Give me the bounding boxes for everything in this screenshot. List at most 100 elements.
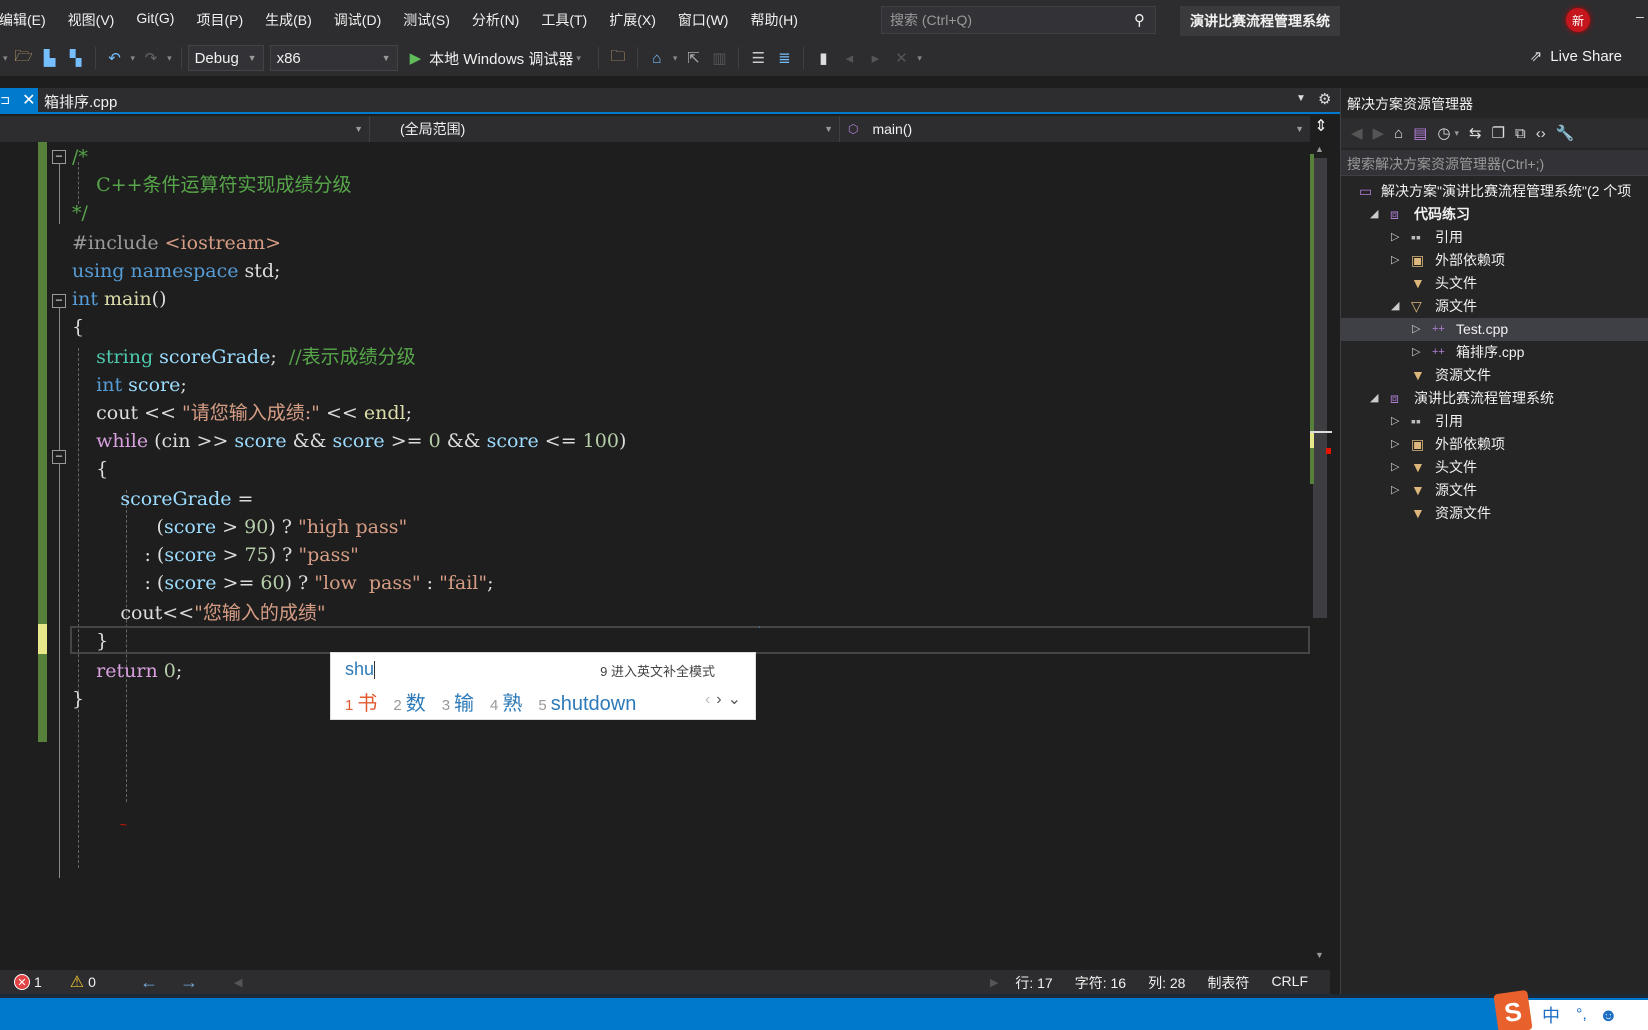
prev-bookmark-icon[interactable]: ◂ — [838, 47, 860, 69]
code-line[interactable]: return 0; — [72, 656, 182, 686]
live-share-button[interactable]: ⇗ Live Share — [1530, 47, 1622, 66]
menu-item[interactable]: 窗口(W) — [667, 10, 740, 30]
prev-page-icon[interactable]: ‹ — [705, 691, 716, 708]
tab-list-dropdown-icon[interactable]: ▼ — [1296, 93, 1306, 104]
solution-explorer-search[interactable]: 搜索解决方案资源管理器(Ctrl+;) — [1341, 150, 1648, 176]
error-icon[interactable]: ✕ — [14, 974, 30, 990]
pin-icon[interactable]: ⊐ — [0, 93, 10, 107]
project-dropdown[interactable]: ▼ — [0, 116, 370, 142]
code-line[interactable]: using namespace std; — [72, 256, 280, 286]
comment-lines-icon[interactable]: ☰ — [747, 47, 769, 69]
tab-active[interactable]: ⊐ ✕ — [0, 88, 38, 112]
tree-item[interactable]: ▷ ++ 箱排序.cpp — [1341, 341, 1648, 364]
menu-item[interactable]: 项目(P) — [185, 10, 254, 30]
configuration-select[interactable]: Debug ▼ — [187, 45, 264, 71]
gear-icon[interactable]: ⚙ — [1318, 90, 1331, 108]
code-line[interactable]: while (cin >> score && score >= 0 && sco… — [72, 426, 626, 456]
menu-item[interactable]: 帮助(H) — [739, 10, 808, 30]
ime-candidate-window[interactable]: shu 9 进入英文补全模式 1 书 2 数 3 输 4 熟 5 shutdown ‹›⌄ — [330, 652, 756, 720]
view-code-icon[interactable]: ‹› — [1536, 125, 1546, 142]
save-all-icon[interactable]: ▚ — [65, 47, 87, 69]
code-line[interactable]: /* — [72, 142, 88, 172]
tree-item[interactable]: ▼ 资源文件 — [1341, 502, 1648, 525]
minimize-button[interactable]: – — [1636, 8, 1644, 24]
ime-candidate[interactable]: 3输 — [442, 687, 474, 716]
sync-icon[interactable]: ⇆ — [1469, 124, 1482, 142]
uncomment-lines-icon[interactable]: ≣ — [773, 47, 795, 69]
tab-label[interactable]: 箱排序.cpp — [44, 91, 117, 112]
expand-arrow-icon[interactable]: ▷ — [1412, 318, 1420, 341]
menu-item[interactable]: 生成(B) — [254, 10, 323, 30]
dropdown-arrow-icon[interactable]: ▾ — [673, 53, 678, 64]
toolbar-overflow-icon[interactable]: ▾ — [917, 53, 922, 64]
scroll-up-icon[interactable]: ▲ — [1315, 144, 1324, 154]
clear-bookmarks-icon[interactable]: ✕ — [890, 47, 912, 69]
code-line[interactable]: (score > 90) ? "high pass" — [72, 512, 408, 542]
scope-dropdown[interactable]: (全局范围) ▼ — [370, 116, 840, 142]
tree-item[interactable]: ▷ ▪▪ 引用 — [1341, 226, 1648, 249]
fold-toggle[interactable]: − — [52, 294, 66, 308]
code-line[interactable]: : (score > 75) ? "pass" — [72, 540, 358, 570]
menu-item[interactable]: Git(G) — [125, 10, 185, 30]
start-debugging-button[interactable]: ▶ 本地 Windows 调试器 ▾ — [410, 48, 584, 69]
expand-arrow-icon[interactable]: ▷ — [1391, 226, 1399, 249]
menu-item[interactable]: 测试(S) — [392, 10, 461, 30]
menu-item[interactable]: 视图(V) — [57, 10, 126, 30]
code-line[interactable]: int main() — [72, 284, 167, 314]
scrollbar-track[interactable] — [1313, 158, 1327, 618]
indent-mode[interactable]: 制表符 — [1207, 973, 1249, 993]
vertical-scrollbar[interactable]: ▲ ▼ — [1310, 142, 1332, 970]
code-line[interactable]: : (score >= 60) ? "low pass" : "fail"; — [72, 568, 493, 598]
pending-changes-filter-icon[interactable]: ◷ — [1437, 124, 1450, 142]
previous-issue-icon[interactable]: ← — [140, 972, 158, 993]
chevron-down-icon[interactable]: ▾ — [576, 53, 581, 64]
line-endings[interactable]: CRLF — [1271, 973, 1308, 993]
punctuation-toggle[interactable]: °, — [1576, 1006, 1587, 1024]
code-line[interactable]: C++条件运算符实现成绩分级 — [72, 170, 351, 200]
error-count[interactable]: 1 — [34, 974, 42, 990]
expand-arrow-icon[interactable]: ▷ — [1391, 410, 1399, 433]
collapse-arrow-icon[interactable]: ◢ — [1391, 295, 1399, 318]
code-line[interactable]: scoreGrade = — [72, 484, 253, 514]
emoji-icon[interactable]: ☻ — [1599, 1005, 1618, 1026]
collapse-arrow-icon[interactable]: ◢ — [1370, 203, 1378, 226]
collapse-all-icon[interactable]: ❐ — [1492, 124, 1505, 142]
hscroll-right-icon[interactable]: ▶ — [990, 976, 998, 989]
tree-item[interactable]: ▷ ++ Test.cpp — [1341, 318, 1648, 341]
tree-item[interactable]: ▷ ▣ 外部依赖项 — [1341, 433, 1648, 456]
next-issue-icon[interactable]: → — [180, 972, 198, 993]
redo-icon[interactable]: ↷ — [140, 47, 162, 69]
expand-arrow-icon[interactable]: ▷ — [1391, 249, 1399, 272]
code-line[interactable]: */ — [72, 198, 88, 228]
tree-item[interactable]: ▷ ▼ 源文件 — [1341, 479, 1648, 502]
platform-select[interactable]: x86 ▼ — [269, 45, 398, 71]
forward-icon[interactable]: ▶ — [1373, 124, 1385, 142]
code-line[interactable]: { — [72, 312, 84, 342]
warning-count[interactable]: 0 — [88, 974, 96, 990]
tree-item[interactable]: ▼ 资源文件 — [1341, 364, 1648, 387]
open-folder-icon[interactable]: 🗁 — [13, 47, 35, 69]
menu-item[interactable]: 分析(N) — [461, 10, 530, 30]
ime-mode-toggle[interactable]: 中 — [1542, 1002, 1560, 1028]
hscroll-left-icon[interactable]: ◀ — [234, 976, 242, 989]
next-bookmark-icon[interactable]: ▸ — [864, 47, 886, 69]
ime-candidate[interactable]: 2数 — [393, 687, 425, 716]
ime-candidate[interactable]: 4熟 — [490, 687, 522, 716]
expand-arrow-icon[interactable]: ▷ — [1391, 479, 1399, 502]
expand-arrow-icon[interactable]: ▷ — [1412, 341, 1420, 364]
undo-icon[interactable]: ↶ — [104, 47, 126, 69]
ime-candidate[interactable]: 5 shutdown — [538, 693, 636, 716]
search-input[interactable]: 搜索 (Ctrl+Q) ⚲ — [881, 6, 1156, 34]
split-window-icon[interactable]: ⇕ — [1310, 116, 1332, 142]
code-line[interactable]: #include <iostream> — [72, 228, 281, 258]
ime-candidate[interactable]: 1书 — [345, 687, 377, 716]
switch-views-icon[interactable]: ▤ — [1413, 124, 1427, 142]
tree-item[interactable]: ◢ ⧈ 演讲比赛流程管理系统 — [1341, 387, 1648, 410]
collapse-arrow-icon[interactable]: ◢ — [1370, 387, 1378, 410]
scroll-down-icon[interactable]: ▼ — [1315, 950, 1324, 960]
select-pointer-icon[interactable]: ⇱ — [682, 47, 704, 69]
menu-item[interactable]: 扩展(X) — [598, 10, 667, 30]
expand-icon[interactable]: ⌄ — [728, 691, 747, 708]
code-line[interactable]: cout << "请您输入成绩:" << endl; — [72, 398, 412, 428]
tree-item[interactable]: ◢ ▽ 源文件 — [1341, 295, 1648, 318]
